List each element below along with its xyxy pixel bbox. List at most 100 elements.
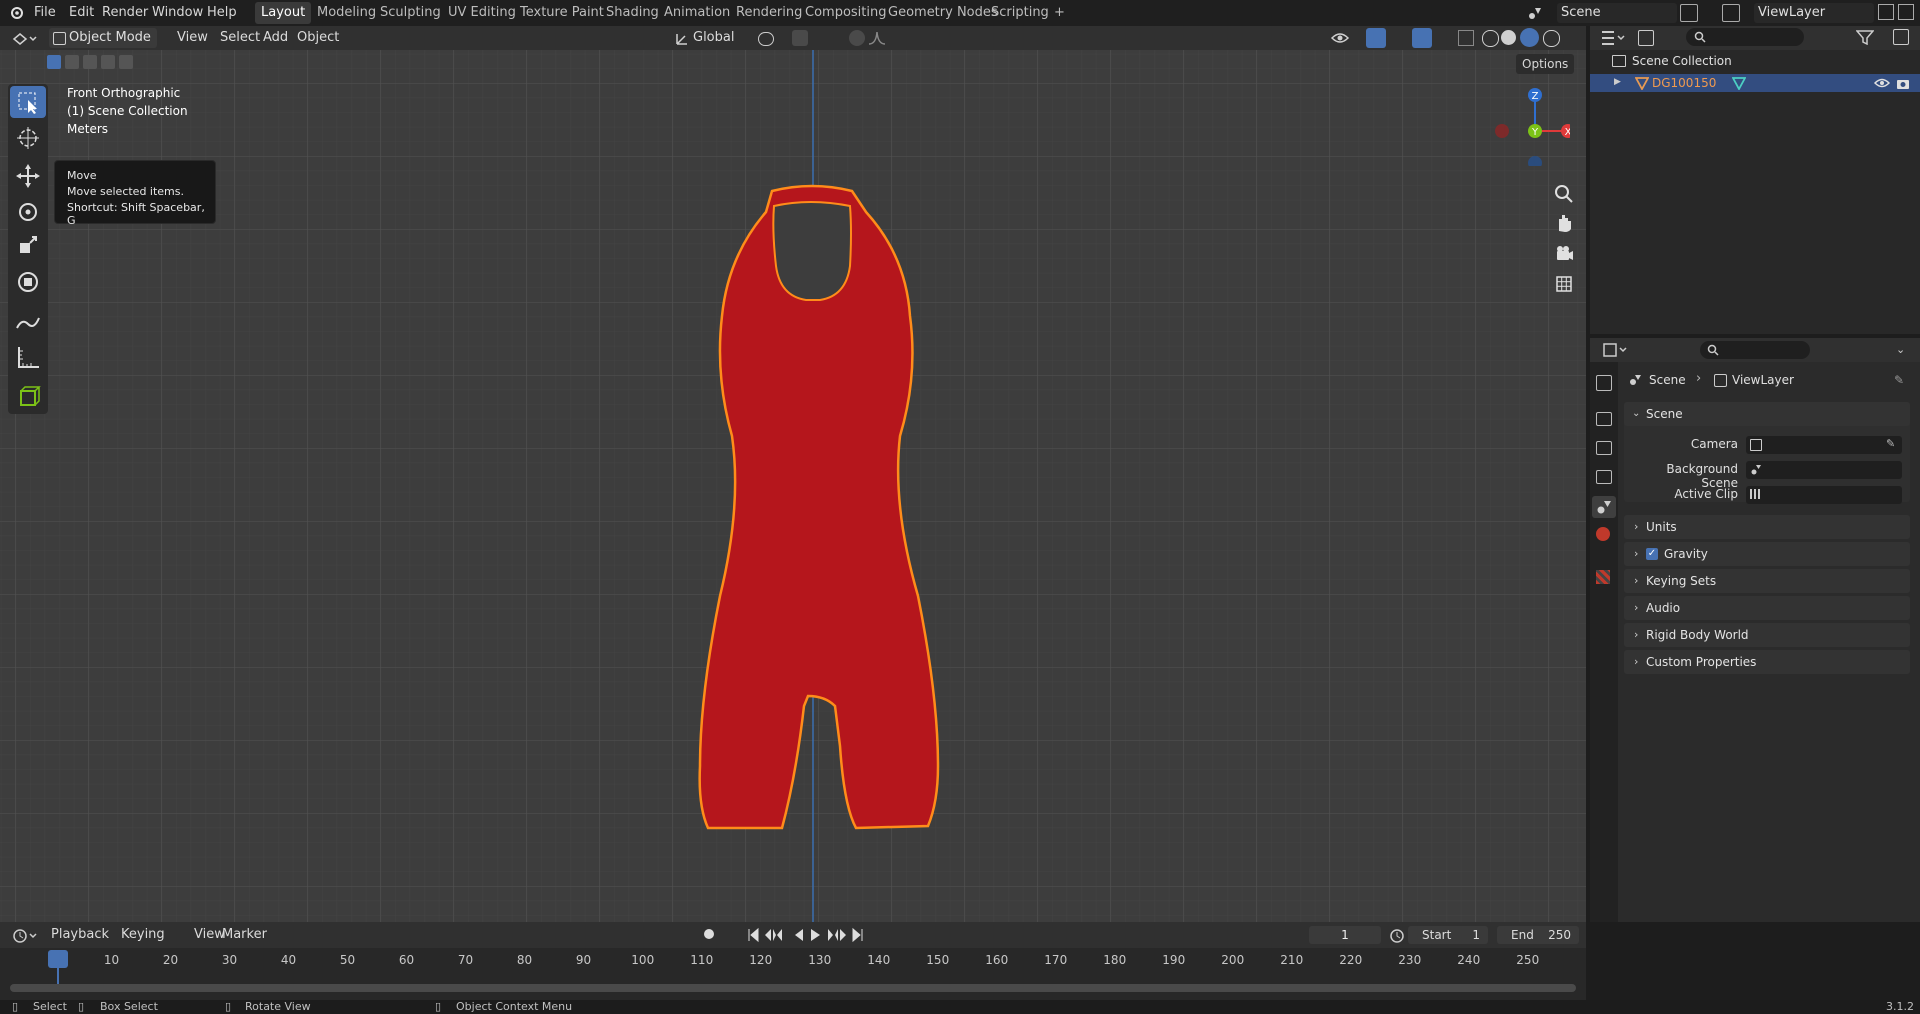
tab-scripting[interactable]: Scripting (985, 2, 1055, 24)
menu-render[interactable]: Render (102, 0, 148, 26)
menu-window[interactable]: Window (152, 0, 203, 26)
menu-keying[interactable]: Keying (116, 925, 170, 945)
tab-uv-editing[interactable]: UV Editing (442, 2, 522, 24)
wireframe-shading-icon[interactable] (1482, 30, 1499, 47)
annotate-tool-icon[interactable] (10, 306, 46, 338)
zoom-icon[interactable] (1550, 180, 1578, 208)
new-viewlayer-icon[interactable] (1878, 4, 1894, 20)
menu-playback[interactable]: Playback (46, 925, 114, 945)
menu-view[interactable]: View (172, 28, 213, 48)
tab-modeling[interactable]: Modeling (311, 2, 382, 24)
scene-collection-label[interactable]: Scene Collection (1632, 54, 1732, 68)
camera-view-icon[interactable] (1550, 240, 1578, 268)
select-mode-intersect-icon[interactable] (119, 55, 133, 69)
view-layer-properties-tab-icon[interactable] (1596, 470, 1612, 484)
proportional-editing-icon[interactable] (849, 30, 865, 46)
current-frame-field[interactable]: 1 (1309, 926, 1381, 944)
menu-add[interactable]: Add (258, 28, 293, 48)
pan-hand-icon[interactable] (1550, 209, 1578, 237)
tab-rendering[interactable]: Rendering (730, 2, 808, 24)
background-scene-field[interactable] (1746, 461, 1902, 479)
outliner-object-name[interactable]: DG100150 (1652, 76, 1716, 90)
rotate-tool-icon[interactable] (10, 196, 46, 228)
end-frame-field[interactable]: End 250 (1497, 926, 1579, 944)
falloff-icon[interactable] (868, 30, 886, 46)
scene-properties-tab-icon[interactable] (1592, 496, 1616, 518)
navigation-gizmo[interactable]: Z X Y (1490, 86, 1570, 166)
rendered-shading-icon[interactable] (1543, 30, 1560, 47)
scene-panel-header[interactable]: ⌄ Scene (1624, 402, 1910, 426)
properties-options-chevron-icon[interactable]: ⌄ (1896, 343, 1905, 356)
new-collection-icon[interactable] (1893, 29, 1909, 45)
output-properties-tab-icon[interactable] (1596, 441, 1612, 455)
texture-properties-tab-icon[interactable] (1596, 570, 1610, 584)
tab-shading[interactable]: Shading (600, 2, 665, 24)
outliner-display-mode-icon[interactable] (1600, 29, 1628, 47)
visibility-icon[interactable] (1330, 30, 1350, 46)
render-properties-tab-icon[interactable] (1596, 412, 1612, 426)
timeline-scrollbar[interactable] (10, 984, 1576, 992)
tab-animation[interactable]: Animation (658, 2, 736, 24)
render-visibility-icon[interactable] (1895, 76, 1911, 90)
scene-selector[interactable]: Scene (1557, 3, 1677, 23)
options-button[interactable]: Options (1516, 54, 1575, 74)
transform-tool-icon[interactable] (10, 266, 46, 298)
cursor-tool-icon[interactable] (10, 122, 46, 154)
solid-shading-icon[interactable] (1501, 30, 1516, 45)
measure-tool-icon[interactable] (10, 341, 46, 373)
select-mode-invert-icon[interactable] (101, 55, 115, 69)
auto-keying-icon[interactable] (704, 929, 714, 939)
eyedropper-icon[interactable]: ✎ (1886, 437, 1895, 450)
tab-texture-paint[interactable]: Texture Paint (514, 2, 610, 24)
add-workspace-button[interactable]: + (1048, 2, 1071, 24)
playhead[interactable] (48, 950, 68, 968)
properties-editor-type-icon[interactable] (1602, 341, 1630, 359)
world-properties-tab-icon[interactable] (1596, 527, 1610, 541)
audio-panel[interactable]: › Audio (1624, 596, 1910, 620)
material-preview-icon[interactable] (1520, 28, 1539, 47)
tool-properties-tab-icon[interactable] (1596, 375, 1612, 391)
pin-icon[interactable]: ✎ (1894, 373, 1904, 387)
overlays-toggle-icon[interactable] (1412, 28, 1432, 48)
scale-tool-icon[interactable] (10, 231, 46, 263)
frame-ruler[interactable]: 1102030405060708090100110120130140150160… (0, 950, 1586, 970)
gravity-checkbox[interactable]: ✓ (1646, 548, 1658, 560)
select-box-tool-icon[interactable] (10, 86, 46, 118)
menu-edit[interactable]: Edit (69, 0, 94, 26)
camera-field[interactable] (1746, 436, 1902, 454)
grid-view-icon[interactable] (1550, 270, 1578, 298)
tab-compositing[interactable]: Compositing (799, 2, 893, 24)
units-panel[interactable]: › Units (1624, 515, 1910, 539)
keying-sets-panel[interactable]: › Keying Sets (1624, 569, 1910, 593)
preview-range-icon[interactable] (1389, 928, 1405, 944)
menu-help[interactable]: Help (207, 0, 237, 26)
select-mode-new-icon[interactable] (47, 55, 61, 69)
move-tool-icon[interactable] (10, 160, 46, 192)
outliner-filter-icon[interactable] (1856, 29, 1874, 45)
3d-viewport[interactable]: Front Orthographic (1) Scene Collection … (0, 26, 1586, 922)
outliner-filter-mode-icon[interactable] (1638, 30, 1654, 46)
snap-icon[interactable] (792, 30, 808, 46)
remove-viewlayer-icon[interactable] (1898, 4, 1914, 20)
transform-orientation-selector[interactable]: Global (688, 28, 739, 48)
custom-properties-panel[interactable]: › Custom Properties (1624, 650, 1910, 674)
new-scene-icon[interactable] (1680, 4, 1698, 22)
eye-visibility-icon[interactable] (1874, 76, 1890, 90)
select-mode-subtract-icon[interactable] (83, 55, 97, 69)
menu-marker[interactable]: Marker (217, 925, 272, 945)
add-cube-tool-icon[interactable] (10, 381, 46, 413)
menu-object[interactable]: Object (292, 28, 344, 48)
garment-object[interactable] (660, 176, 960, 856)
menu-file[interactable]: File (34, 0, 56, 26)
start-frame-field[interactable]: Start 1 (1408, 926, 1488, 944)
select-mode-extend-icon[interactable] (65, 55, 79, 69)
tab-sculpting[interactable]: Sculpting (374, 2, 447, 24)
rigid-body-world-panel[interactable]: › Rigid Body World (1624, 623, 1910, 647)
timeline-editor-type-icon[interactable] (12, 927, 38, 945)
active-clip-field[interactable] (1746, 486, 1902, 504)
pivot-point-icon[interactable] (758, 32, 774, 46)
gizmo-toggle-icon[interactable] (1366, 28, 1386, 48)
editor-type-icon[interactable] (12, 30, 38, 48)
expand-arrow-icon[interactable]: ▶ (1614, 77, 1621, 87)
gravity-panel[interactable]: › ✓ Gravity (1624, 542, 1910, 566)
